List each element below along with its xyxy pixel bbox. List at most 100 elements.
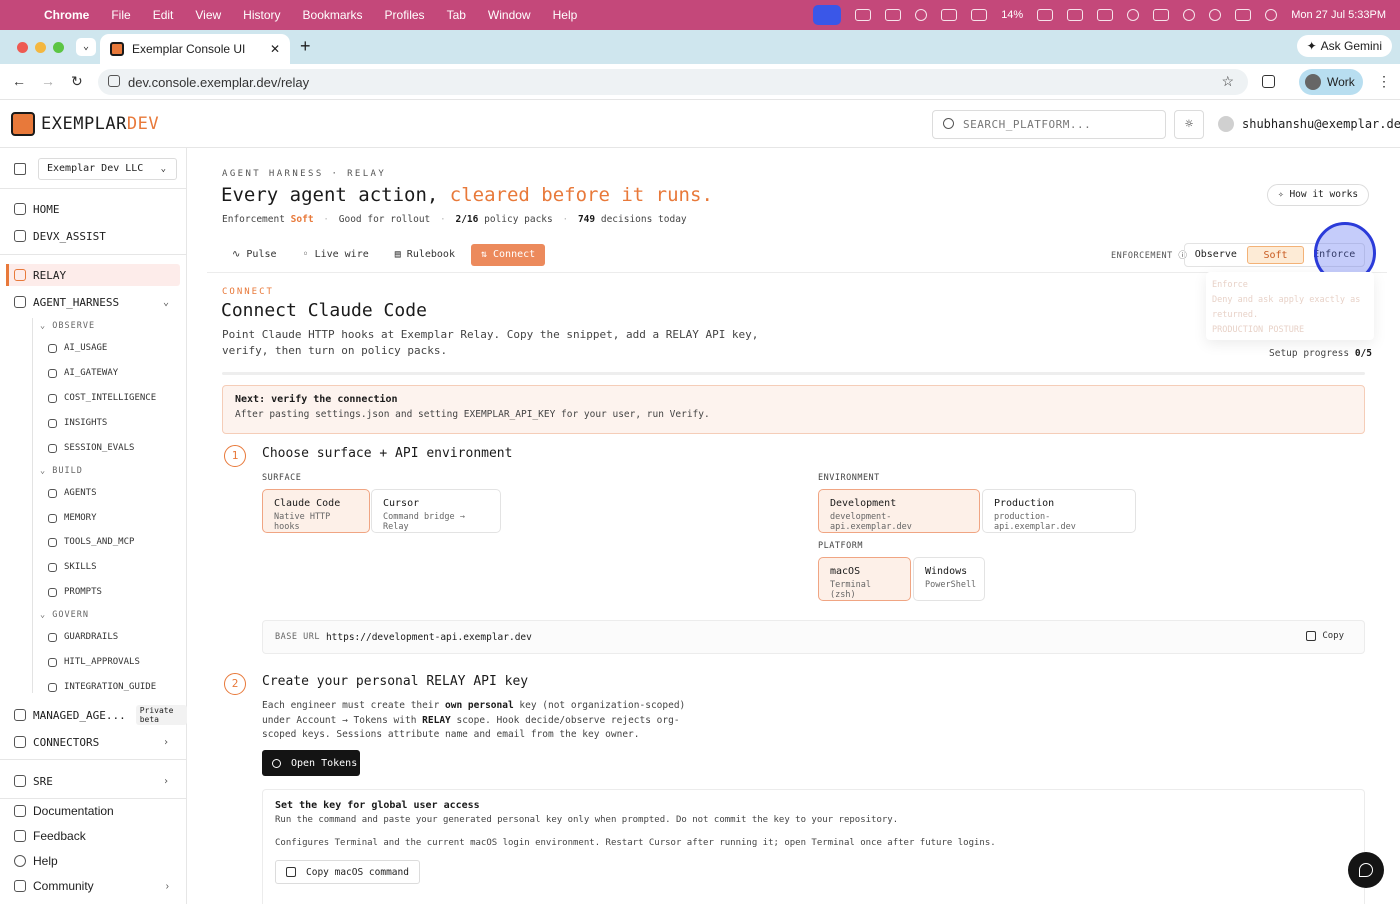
tooltip-desc: Deny and ask apply exactly as returned. [1212,295,1361,320]
sidebar-item-prompts[interactable]: PROMPTS [0,581,187,603]
sidebar-item-documentation[interactable]: Documentation [0,800,187,822]
back-arrow-icon[interactable]: ← [12,73,26,89]
window-close-icon[interactable] [17,42,28,53]
bookmark-star-icon[interactable]: ☆ [1221,73,1234,90]
tab-close-icon[interactable]: ✕ [270,42,280,56]
user-switch-icon[interactable] [1153,9,1170,21]
menu-bookmarks[interactable]: Bookmarks [303,8,363,22]
platform-windows[interactable]: Windows PowerShell [913,557,985,601]
forward-arrow-icon[interactable]: → [41,73,55,89]
platform-search-input[interactable]: SEARCH_PLATFORM... [932,110,1166,139]
env-development[interactable]: Development development-api.exemplar.dev [818,489,980,533]
menu-tab[interactable]: Tab [447,8,466,22]
sidebar-item-agent-harness[interactable]: AGENT_HARNESS ⌄ [0,291,187,313]
sidebar-item-ai-usage[interactable]: AI_USAGE [0,337,187,359]
spotlight-icon[interactable] [1209,9,1222,21]
site-info-icon[interactable] [108,75,120,87]
section-govern[interactable]: ⌄ GOVERN [0,604,187,626]
base-url-value[interactable]: https://development-api.exemplar.dev [326,632,532,643]
sidebar-item-feedback[interactable]: Feedback [0,825,187,847]
sidebar-item-session-evals[interactable]: SESSION_EVALS [0,437,187,459]
menu-view[interactable]: View [195,8,221,22]
tab-live-wire[interactable]: ◦ Live wire [293,244,379,266]
sidebar-item-cost-intelligence[interactable]: COST_INTELLIGENCE [0,387,187,409]
window-minimize-icon[interactable] [35,42,46,53]
menu-profiles[interactable]: Profiles [385,8,425,22]
chat-launcher-button[interactable] [1348,852,1384,888]
open-tokens-button[interactable]: Open Tokens [262,750,360,776]
sidebar-item-help[interactable]: Help [0,850,187,872]
cloud-icon[interactable] [885,9,902,21]
tab-search-icon[interactable]: ⌄ [76,38,96,56]
sidebar-item-tools-and-mcp[interactable]: TOOLS_AND_MCP [0,531,187,553]
section-build[interactable]: ⌄ BUILD [0,460,187,482]
menu-window[interactable]: Window [488,8,531,22]
sidebar-item-home[interactable]: HOME [0,198,187,220]
control-center-icon[interactable] [1235,9,1252,21]
tab-pulse[interactable]: ∿ Pulse [222,244,287,266]
menu-file[interactable]: File [111,8,130,22]
browser-tab-active[interactable]: Exemplar Console UI ✕ [100,34,290,64]
sidebar-item-ai-gateway[interactable]: AI_GATEWAY [0,362,187,384]
org-selector[interactable]: Exemplar Dev LLC ⌄ [38,158,177,180]
platform-macos[interactable]: macOS Terminal (zsh) [818,557,911,601]
section-observe[interactable]: ⌄ OBSERVE [0,315,187,337]
card-subtitle: production-api.exemplar.dev [994,512,1076,532]
env-production[interactable]: Production production-api.exemplar.dev [982,489,1136,533]
sidebar-item-skills[interactable]: SKILLS [0,556,187,578]
sidebar-item-agents[interactable]: AGENTS [0,482,187,504]
url-omnibox[interactable]: dev.console.exemplar.dev/relay ☆ [98,69,1248,95]
copy-macos-command-button[interactable]: Copy macOS command [275,860,420,884]
sidebar-item-relay[interactable]: RELAY [6,264,180,286]
menu-edit[interactable]: Edit [153,8,174,22]
activity-icon[interactable] [1097,9,1114,21]
profile-button[interactable]: Work [1299,69,1363,95]
menu-help[interactable]: Help [553,8,578,22]
siri-icon[interactable] [1265,9,1278,21]
wifi-icon[interactable] [1127,9,1140,21]
sidebar-item-insights[interactable]: INSIGHTS [0,412,187,434]
extensions-icon[interactable] [1262,75,1275,88]
reload-icon[interactable]: ↻ [71,73,83,90]
sidebar-item-integration-guide[interactable]: INTEGRATION_GUIDE [0,676,187,698]
control-icon[interactable] [855,9,872,21]
pen-icon[interactable] [941,9,958,21]
theme-toggle-button[interactable]: ☼ [1174,110,1204,139]
sidebar-item-sre[interactable]: SRE › [0,770,187,792]
copy-base-url-button[interactable]: Copy [1306,631,1344,641]
screen-share-icon[interactable] [813,5,842,25]
sidebar-item-managed-agents[interactable]: MANAGED_AGE... Private beta [0,704,187,726]
time-machine-icon[interactable] [1183,9,1196,21]
window-zoom-icon[interactable] [53,42,64,53]
tab-connect[interactable]: ⇅ Connect [470,244,546,266]
menu-app-name[interactable]: Chrome [44,8,89,22]
battery-icon[interactable] [1037,9,1054,21]
chrome-menu-icon[interactable]: ⋮ [1377,73,1391,90]
sidebar-item-guardrails[interactable]: GUARDRAILS [0,626,187,648]
tab-rulebook[interactable]: ▤ Rulebook [385,244,465,266]
enforcement-soft[interactable]: Soft [1246,246,1305,264]
brand-main: EXEMPLAR [41,114,127,134]
surface-cursor[interactable]: Cursor Command bridge → Relay [371,489,501,533]
new-tab-icon[interactable]: + [300,36,311,57]
display-icon[interactable] [971,9,988,21]
pulse-icon [48,368,57,378]
sidebar-item-hitl-approvals[interactable]: HITL_APPROVALS [0,651,187,673]
coins-icon [48,393,57,403]
page-meta: Enforcement Soft · Good for rollout · 2/… [222,214,687,225]
sidebar-collapse-icon[interactable] [14,163,26,175]
sidebar-item-community[interactable]: Community › [0,875,187,897]
sidebar-item-memory[interactable]: MEMORY [0,507,187,529]
menu-history[interactable]: History [243,8,280,22]
user-menu[interactable]: shubhanshu@exemplar.dev [1218,116,1400,132]
how-it-works-button[interactable]: ✧ How it works [1267,184,1370,206]
sidebar-item-connectors[interactable]: CONNECTORS › [0,731,187,753]
ask-gemini-button[interactable]: ✦ Ask Gemini [1296,35,1392,57]
brand-wordmark[interactable]: EXEMPLARDEV [41,114,159,134]
focus-icon[interactable] [915,9,928,21]
sidebar-item-devx-assist[interactable]: DEVX_ASSIST [0,225,187,247]
exemplar-logo-icon[interactable] [11,112,35,136]
surface-claude-code[interactable]: Claude Code Native HTTP hooks [262,489,370,533]
enforcement-observe[interactable]: Observe [1187,246,1245,264]
window-icon[interactable] [1067,9,1084,21]
